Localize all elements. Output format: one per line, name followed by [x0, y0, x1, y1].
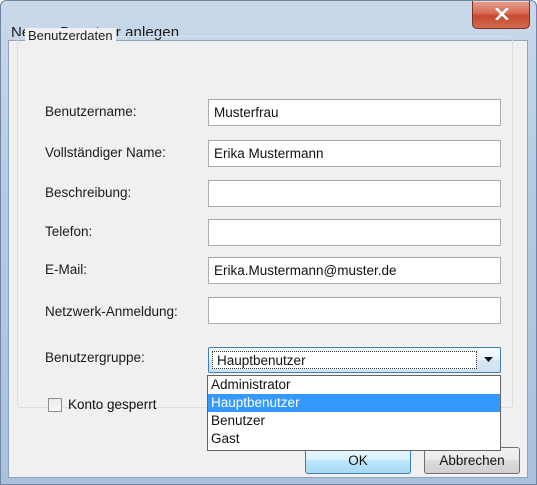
usergroup-dropdown-list: Administrator Hauptbenutzer Benutzer Gas… [207, 375, 501, 451]
close-button[interactable] [472, 1, 530, 29]
account-locked-checkbox[interactable] [48, 398, 62, 412]
username-input[interactable]: Musterfrau [208, 99, 501, 126]
description-input[interactable] [208, 180, 501, 207]
dropdown-option-hauptbenutzer[interactable]: Hauptbenutzer [208, 394, 500, 412]
groupbox-legend: Benutzerdaten [25, 28, 116, 43]
description-label: Beschreibung: [45, 185, 132, 200]
email-label: E-Mail: [45, 262, 88, 277]
usergroup-label: Benutzergruppe: [45, 350, 145, 365]
dropdown-option-gast[interactable]: Gast [208, 430, 500, 448]
ok-button[interactable]: OK [305, 447, 411, 474]
network-login-input[interactable] [208, 297, 501, 324]
phone-input[interactable] [208, 219, 501, 246]
dropdown-option-administrator[interactable]: Administrator [208, 376, 500, 394]
cancel-button[interactable]: Abbrechen [424, 447, 520, 474]
fullname-label: Vollständiger Name: [45, 145, 166, 160]
username-label: Benutzername: [45, 104, 137, 119]
dropdown-option-benutzer[interactable]: Benutzer [208, 412, 500, 430]
close-icon [495, 8, 509, 20]
account-locked-label[interactable]: Konto gesperrt [68, 397, 157, 412]
combobox-selected-value: Hauptbenutzer [217, 353, 306, 368]
email-input[interactable]: Erika.Mustermann@muster.de [208, 257, 501, 284]
combobox-focus-area: Hauptbenutzer [212, 351, 477, 369]
usergroup-combobox[interactable]: Hauptbenutzer [208, 347, 501, 373]
phone-label: Telefon: [45, 224, 93, 239]
chevron-down-icon[interactable] [484, 357, 493, 362]
network-login-label: Netzwerk-Anmeldung: [45, 304, 178, 319]
fullname-input[interactable]: Erika Mustermann [208, 140, 501, 167]
